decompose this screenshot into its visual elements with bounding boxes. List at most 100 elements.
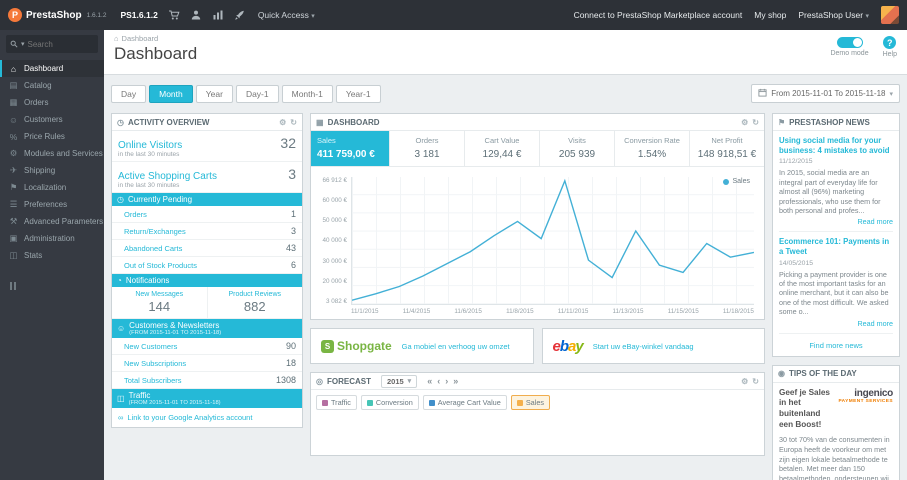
metric-net-profit[interactable]: Net Profit 148 918,51 €: [689, 131, 764, 166]
forecast-icon: ◎: [316, 376, 323, 386]
row-label[interactable]: Return/Exchanges: [124, 227, 186, 236]
help-icon[interactable]: ?: [883, 36, 897, 49]
tab-year-1[interactable]: Year-1: [335, 84, 381, 103]
date-range-picker[interactable]: From 2015-11-01 To 2015-11-18 ▾: [751, 84, 900, 103]
google-analytics-link[interactable]: ∞ Link to your Google Analytics account: [112, 408, 302, 427]
row-label[interactable]: Abandoned Carts: [124, 244, 182, 253]
sidebar-item-price-rules[interactable]: % Price Rules: [0, 128, 104, 145]
metric-cart-value[interactable]: Cart Value 129,44 €: [464, 131, 539, 166]
metric-value: 411 759,00 €: [317, 149, 375, 160]
chart-legend[interactable]: Sales: [723, 178, 750, 185]
stats-icon-topbar[interactable]: [212, 9, 224, 21]
news-article-headline[interactable]: Ecommerce 101: Payments in a Tweet: [779, 237, 893, 256]
row-label[interactable]: New Subscriptions: [124, 359, 186, 368]
shopgate-logo-icon: S: [321, 339, 334, 353]
tab-month-1[interactable]: Month-1: [281, 84, 333, 103]
metric-visits[interactable]: Visits 205 939: [539, 131, 614, 166]
sidebar-item-orders[interactable]: ▦ Orders: [0, 94, 104, 111]
search-input[interactable]: [27, 39, 84, 49]
customer-icon[interactable]: [190, 9, 202, 21]
shop-name[interactable]: PS1.6.1.2: [120, 10, 157, 20]
refresh-icon[interactable]: ↻: [752, 118, 759, 127]
marketplace-connect-link[interactable]: Connect to PrestaShop Marketplace accoun…: [574, 10, 743, 20]
shopgate-promo-link[interactable]: Ga mobiel en verhoog uw omzet: [402, 342, 510, 351]
legend-average-cart-value[interactable]: Average Cart Value: [422, 395, 507, 410]
period-tabs: Day Month Year Day-1 Month-1 Year-1: [111, 84, 381, 103]
sidebar-collapse-button[interactable]: [10, 282, 104, 290]
tips-body-text: 30 tot 70% van de consumenten in Europa …: [779, 435, 890, 480]
row-label[interactable]: Orders: [124, 210, 147, 219]
chevron-down-icon: ▾: [889, 90, 893, 98]
sidebar-item-preferences[interactable]: ☰ Preferences: [0, 196, 104, 213]
tab-day-1[interactable]: Day-1: [235, 84, 279, 103]
sidebar-item-administration[interactable]: ▣ Administration: [0, 230, 104, 247]
chart-plot-area[interactable]: Sales: [351, 177, 754, 305]
rocket-icon[interactable]: [234, 9, 246, 21]
catalog-icon: ▤: [9, 80, 18, 90]
user-menu[interactable]: PrestaShop User ▾: [798, 10, 869, 20]
ebay-promo-link[interactable]: Start uw eBay-winkel vandaag: [593, 342, 694, 351]
news-article-headline[interactable]: Using social media for your business: 4 …: [779, 136, 893, 155]
page-title: Dashboard: [114, 44, 198, 63]
new-messages-stat[interactable]: New Messages 144: [112, 287, 207, 318]
sidebar-item-modules[interactable]: ⚙ Modules and Services: [0, 145, 104, 162]
find-more-news-link[interactable]: Find more news: [779, 339, 893, 351]
row-label[interactable]: New Customers: [124, 342, 177, 351]
sidebar-item-label: Advanced Parameters: [24, 217, 104, 226]
kpi-label[interactable]: Active Shopping Carts: [118, 171, 217, 182]
forecast-year-select[interactable]: 2015 ▾: [380, 374, 418, 388]
search-scope-chevron-icon[interactable]: ▾: [21, 40, 25, 48]
demo-mode-toggle[interactable]: [836, 37, 863, 48]
last-year-icon[interactable]: »: [453, 376, 458, 386]
row-label[interactable]: Out of Stock Products: [124, 261, 197, 270]
read-more-link[interactable]: Read more: [779, 319, 893, 328]
tips-headline: Geef je Sales in het buitenland een Boos…: [779, 387, 830, 429]
metric-sales[interactable]: Sales 411 759,00 €: [311, 131, 389, 166]
next-year-icon[interactable]: ›: [445, 376, 448, 386]
pending-row-out-of-stock: Out of Stock Products 6: [112, 257, 302, 274]
my-shop-link[interactable]: My shop: [754, 10, 786, 20]
sidebar-item-catalog[interactable]: ▤ Catalog: [0, 77, 104, 94]
gear-icon[interactable]: ⚙: [741, 118, 748, 127]
metric-tiles: Sales 411 759,00 € Orders 3 181 Cart Val…: [311, 131, 764, 167]
metric-value: 3 181: [414, 149, 440, 160]
sidebar-item-shipping[interactable]: ✈ Shipping: [0, 162, 104, 179]
sidebar-item-advanced-parameters[interactable]: ⚒ Advanced Parameters: [0, 213, 104, 230]
cart-icon[interactable]: [168, 9, 180, 21]
shipping-icon: ✈: [9, 165, 18, 175]
prestashop-logo[interactable]: P PrestaShop 1.6.1.2: [0, 8, 114, 22]
gear-icon[interactable]: ⚙: [741, 377, 748, 386]
header-subtitle: (FROM 2015-11-01 TO 2015-11-18): [129, 330, 222, 336]
legend-sales[interactable]: Sales: [510, 395, 551, 410]
tab-month[interactable]: Month: [149, 84, 193, 103]
prev-year-icon[interactable]: ‹: [437, 376, 440, 386]
row-label[interactable]: Total Subscribers: [124, 376, 182, 385]
tab-day[interactable]: Day: [111, 84, 147, 103]
sidebar-item-dashboard[interactable]: ⌂ Dashboard: [0, 60, 104, 77]
news-article-date: 11/12/2015: [779, 158, 813, 166]
gear-icon[interactable]: ⚙: [279, 118, 286, 127]
product-reviews-stat[interactable]: Product Reviews 882: [206, 287, 303, 318]
metric-label: Sales: [317, 136, 336, 145]
user-avatar[interactable]: [881, 6, 899, 24]
refresh-icon[interactable]: ↻: [752, 377, 759, 386]
help-label: Help: [882, 51, 897, 58]
sidebar-item-stats[interactable]: ◫ Stats: [0, 247, 104, 264]
first-year-icon[interactable]: «: [427, 376, 432, 386]
header-subtitle: (FROM 2015-11-01 TO 2015-11-18): [128, 400, 221, 406]
refresh-icon[interactable]: ↻: [290, 118, 297, 127]
metric-orders[interactable]: Orders 3 181: [389, 131, 464, 166]
metric-value: 1.54%: [637, 149, 667, 160]
read-more-link[interactable]: Read more: [779, 217, 893, 226]
sidebar-item-localization[interactable]: ⚑ Localization: [0, 179, 104, 196]
quick-access-menu[interactable]: Quick Access ▾: [258, 10, 315, 20]
sidebar-item-customers[interactable]: ☺ Customers: [0, 111, 104, 128]
legend-traffic[interactable]: Traffic: [316, 395, 357, 410]
metric-conversion-rate[interactable]: Conversion Rate 1.54%: [614, 131, 689, 166]
tab-year[interactable]: Year: [195, 84, 233, 103]
pending-row-returns: Return/Exchanges 3: [112, 223, 302, 240]
news-article-date: 14/05/2015: [779, 259, 814, 267]
kpi-label[interactable]: Online Visitors: [118, 140, 182, 151]
sidebar-search[interactable]: ▾: [6, 35, 98, 53]
legend-conversion[interactable]: Conversion: [360, 395, 419, 410]
